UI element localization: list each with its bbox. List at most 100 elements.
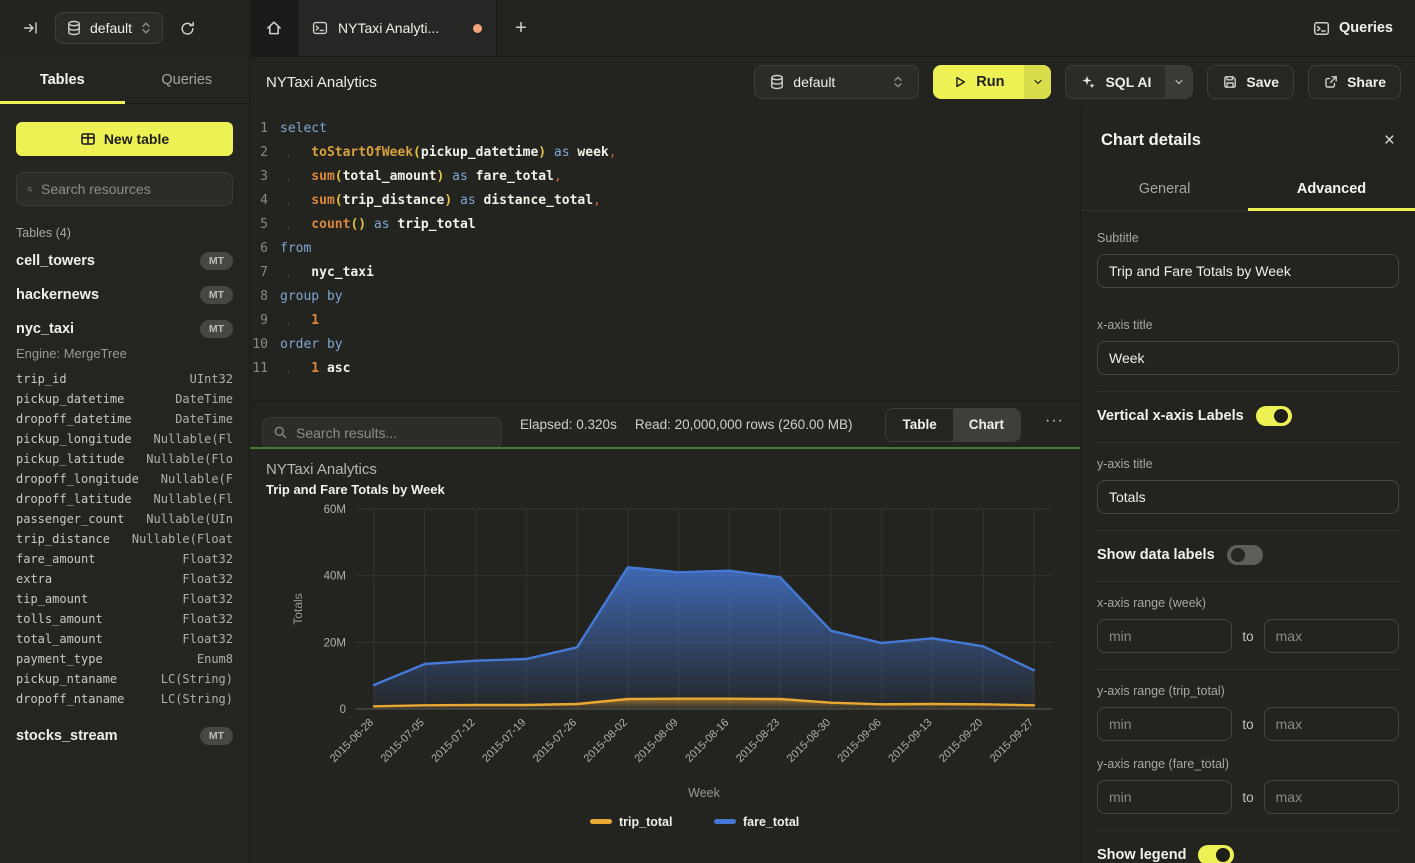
sidebar-search-input[interactable] (41, 181, 222, 197)
column-name: pickup_datetime (16, 389, 124, 409)
table-item-cell_towers[interactable]: cell_towers MT (16, 244, 233, 278)
y-tick-label: 40M (324, 571, 346, 583)
column-type: DateTime (175, 409, 233, 429)
column-name: dropoff_datetime (16, 409, 132, 429)
home-icon (265, 19, 283, 37)
code-line: 4sum(trip_distance) as distance_total, (250, 189, 1080, 213)
engine-badge: MT (200, 286, 233, 304)
chevron-down-icon (1032, 76, 1044, 88)
y-tick-label: 0 (340, 704, 346, 716)
legend-item-fare_total[interactable]: fare_total (714, 815, 799, 829)
new-tab-button[interactable]: + (497, 0, 545, 56)
yaxis-title-input[interactable] (1097, 480, 1399, 514)
column-name: dropoff_latitude (16, 489, 132, 509)
tab-general[interactable]: General (1081, 168, 1248, 210)
xrange-max-input[interactable] (1264, 619, 1399, 653)
subtitle-label: Subtitle (1097, 231, 1399, 245)
legend-label: Show legend (1097, 847, 1186, 863)
yrange-fare-max-input[interactable] (1264, 780, 1399, 814)
column-type: Nullable(Float (132, 529, 233, 549)
x-tick-label: 2015-07-12 (429, 717, 477, 765)
data-labels-toggle[interactable] (1227, 545, 1263, 565)
new-table-button[interactable]: New table (16, 122, 233, 156)
home-tab-button[interactable] (250, 0, 297, 56)
y-axis-title: Totals (291, 593, 305, 624)
sql-ai-button[interactable]: SQL AI (1065, 65, 1193, 99)
queries-icon (1313, 20, 1330, 37)
table-name: cell_towers (16, 253, 95, 269)
table-item-stocks_stream[interactable]: stocks_streamMT (16, 719, 233, 753)
column-row: dropoff_datetime DateTime (16, 409, 233, 429)
view-tab-table[interactable]: Table (886, 409, 952, 441)
column-name: tolls_amount (16, 609, 103, 629)
code-lines: 1select2toStartOfWeek(pickup_datetime) a… (250, 117, 1080, 381)
yrange-fare-group: y-axis range (fare_total) to (1097, 757, 1399, 831)
code-line: 1select (250, 117, 1080, 141)
topbar-database-selector[interactable]: default (55, 12, 163, 44)
vertical-labels-toggle[interactable] (1256, 406, 1292, 426)
view-tab-chart[interactable]: Chart (953, 409, 1020, 441)
vertical-labels-label: Vertical x-axis Labels (1097, 408, 1244, 424)
legend-item-trip_total[interactable]: trip_total (590, 815, 672, 829)
query-tab-title: NYTaxi Analyti... (338, 20, 463, 36)
legend-toggle[interactable] (1198, 845, 1234, 863)
collapse-sidebar-button[interactable] (18, 16, 43, 40)
column-row: pickup_latitudeNullable(Flo (16, 449, 233, 469)
search-icon (27, 182, 33, 197)
subtitle-input[interactable] (1097, 254, 1399, 288)
sidebar-tab-tables[interactable]: Tables (0, 56, 125, 103)
column-type: DateTime (175, 389, 233, 409)
yrange-trip-min-input[interactable] (1097, 707, 1232, 741)
share-button[interactable]: Share (1308, 65, 1401, 99)
code-line: 10order by (250, 333, 1080, 357)
chart-canvas: 020M40M60MTotals2015-06-282015-07-052015… (266, 497, 1080, 842)
column-row: pickup_longitudeNullable(Fl (16, 429, 233, 449)
line-number: 2 (250, 141, 280, 165)
run-options-caret[interactable] (1024, 65, 1051, 99)
column-name: pickup_latitude (16, 449, 124, 469)
column-type: Float32 (182, 589, 233, 609)
sql-editor[interactable]: 1select2toStartOfWeek(pickup_datetime) a… (250, 107, 1080, 401)
data-labels-label: Show data labels (1097, 547, 1215, 563)
column-row: tolls_amountFloat32 (16, 609, 233, 629)
line-number: 5 (250, 213, 280, 237)
save-button[interactable]: Save (1207, 65, 1294, 99)
results-toolbar: Elapsed: 0.320s Read: 20,000,000 rows (2… (250, 401, 1080, 447)
results-search-input[interactable] (296, 425, 491, 441)
query-toolbar: NYTaxi Analytics default Ru (250, 57, 1415, 107)
database-icon (769, 74, 785, 90)
line-number: 9 (250, 309, 280, 333)
close-icon[interactable]: × (1384, 131, 1395, 150)
tab-advanced[interactable]: Advanced (1248, 168, 1415, 210)
xrange-min-input[interactable] (1097, 619, 1232, 653)
run-button[interactable]: Run (933, 65, 1051, 99)
yrange-fare-min-input[interactable] (1097, 780, 1232, 814)
toolbar-database-selector[interactable]: default (754, 65, 919, 99)
yrange-trip-max-input[interactable] (1264, 707, 1399, 741)
results-more-button[interactable]: ··· (1039, 412, 1070, 438)
save-button-label: Save (1246, 74, 1279, 90)
x-tick-label: 2015-09-20 (937, 717, 985, 765)
xaxis-title-input[interactable] (1097, 341, 1399, 375)
sql-ai-caret[interactable] (1165, 66, 1192, 98)
column-row: total_amountFloat32 (16, 629, 233, 649)
yrange-trip-group: y-axis range (trip_total) to (1097, 684, 1399, 749)
table-name: stocks_stream (16, 728, 118, 744)
query-tab[interactable]: NYTaxi Analyti... (297, 0, 497, 56)
column-row: passenger_countNullable(UIn (16, 509, 233, 529)
xaxis-title-group: x-axis title (1097, 318, 1399, 392)
refresh-button[interactable] (175, 16, 200, 41)
table-item-hackernews[interactable]: hackernewsMT (16, 278, 233, 312)
sidebar-tabs: Tables Queries (0, 56, 249, 104)
x-tick-label: 2015-07-26 (531, 717, 579, 765)
column-name: pickup_ntaname (16, 669, 117, 689)
queries-button[interactable]: Queries (1313, 20, 1393, 37)
y-tick-label: 20M (324, 637, 346, 649)
tables-section-label: Tables (4) (16, 226, 233, 240)
chart-title: NYTaxi Analytics (266, 461, 1080, 478)
x-tick-label: 2015-08-09 (632, 717, 680, 765)
vertical-labels-group: Vertical x-axis Labels (1097, 406, 1399, 443)
sidebar-tab-queries[interactable]: Queries (125, 56, 250, 103)
engine-badge: MT (200, 252, 233, 270)
table-item-nyc_taxi[interactable]: nyc_taxiMT (16, 312, 233, 346)
